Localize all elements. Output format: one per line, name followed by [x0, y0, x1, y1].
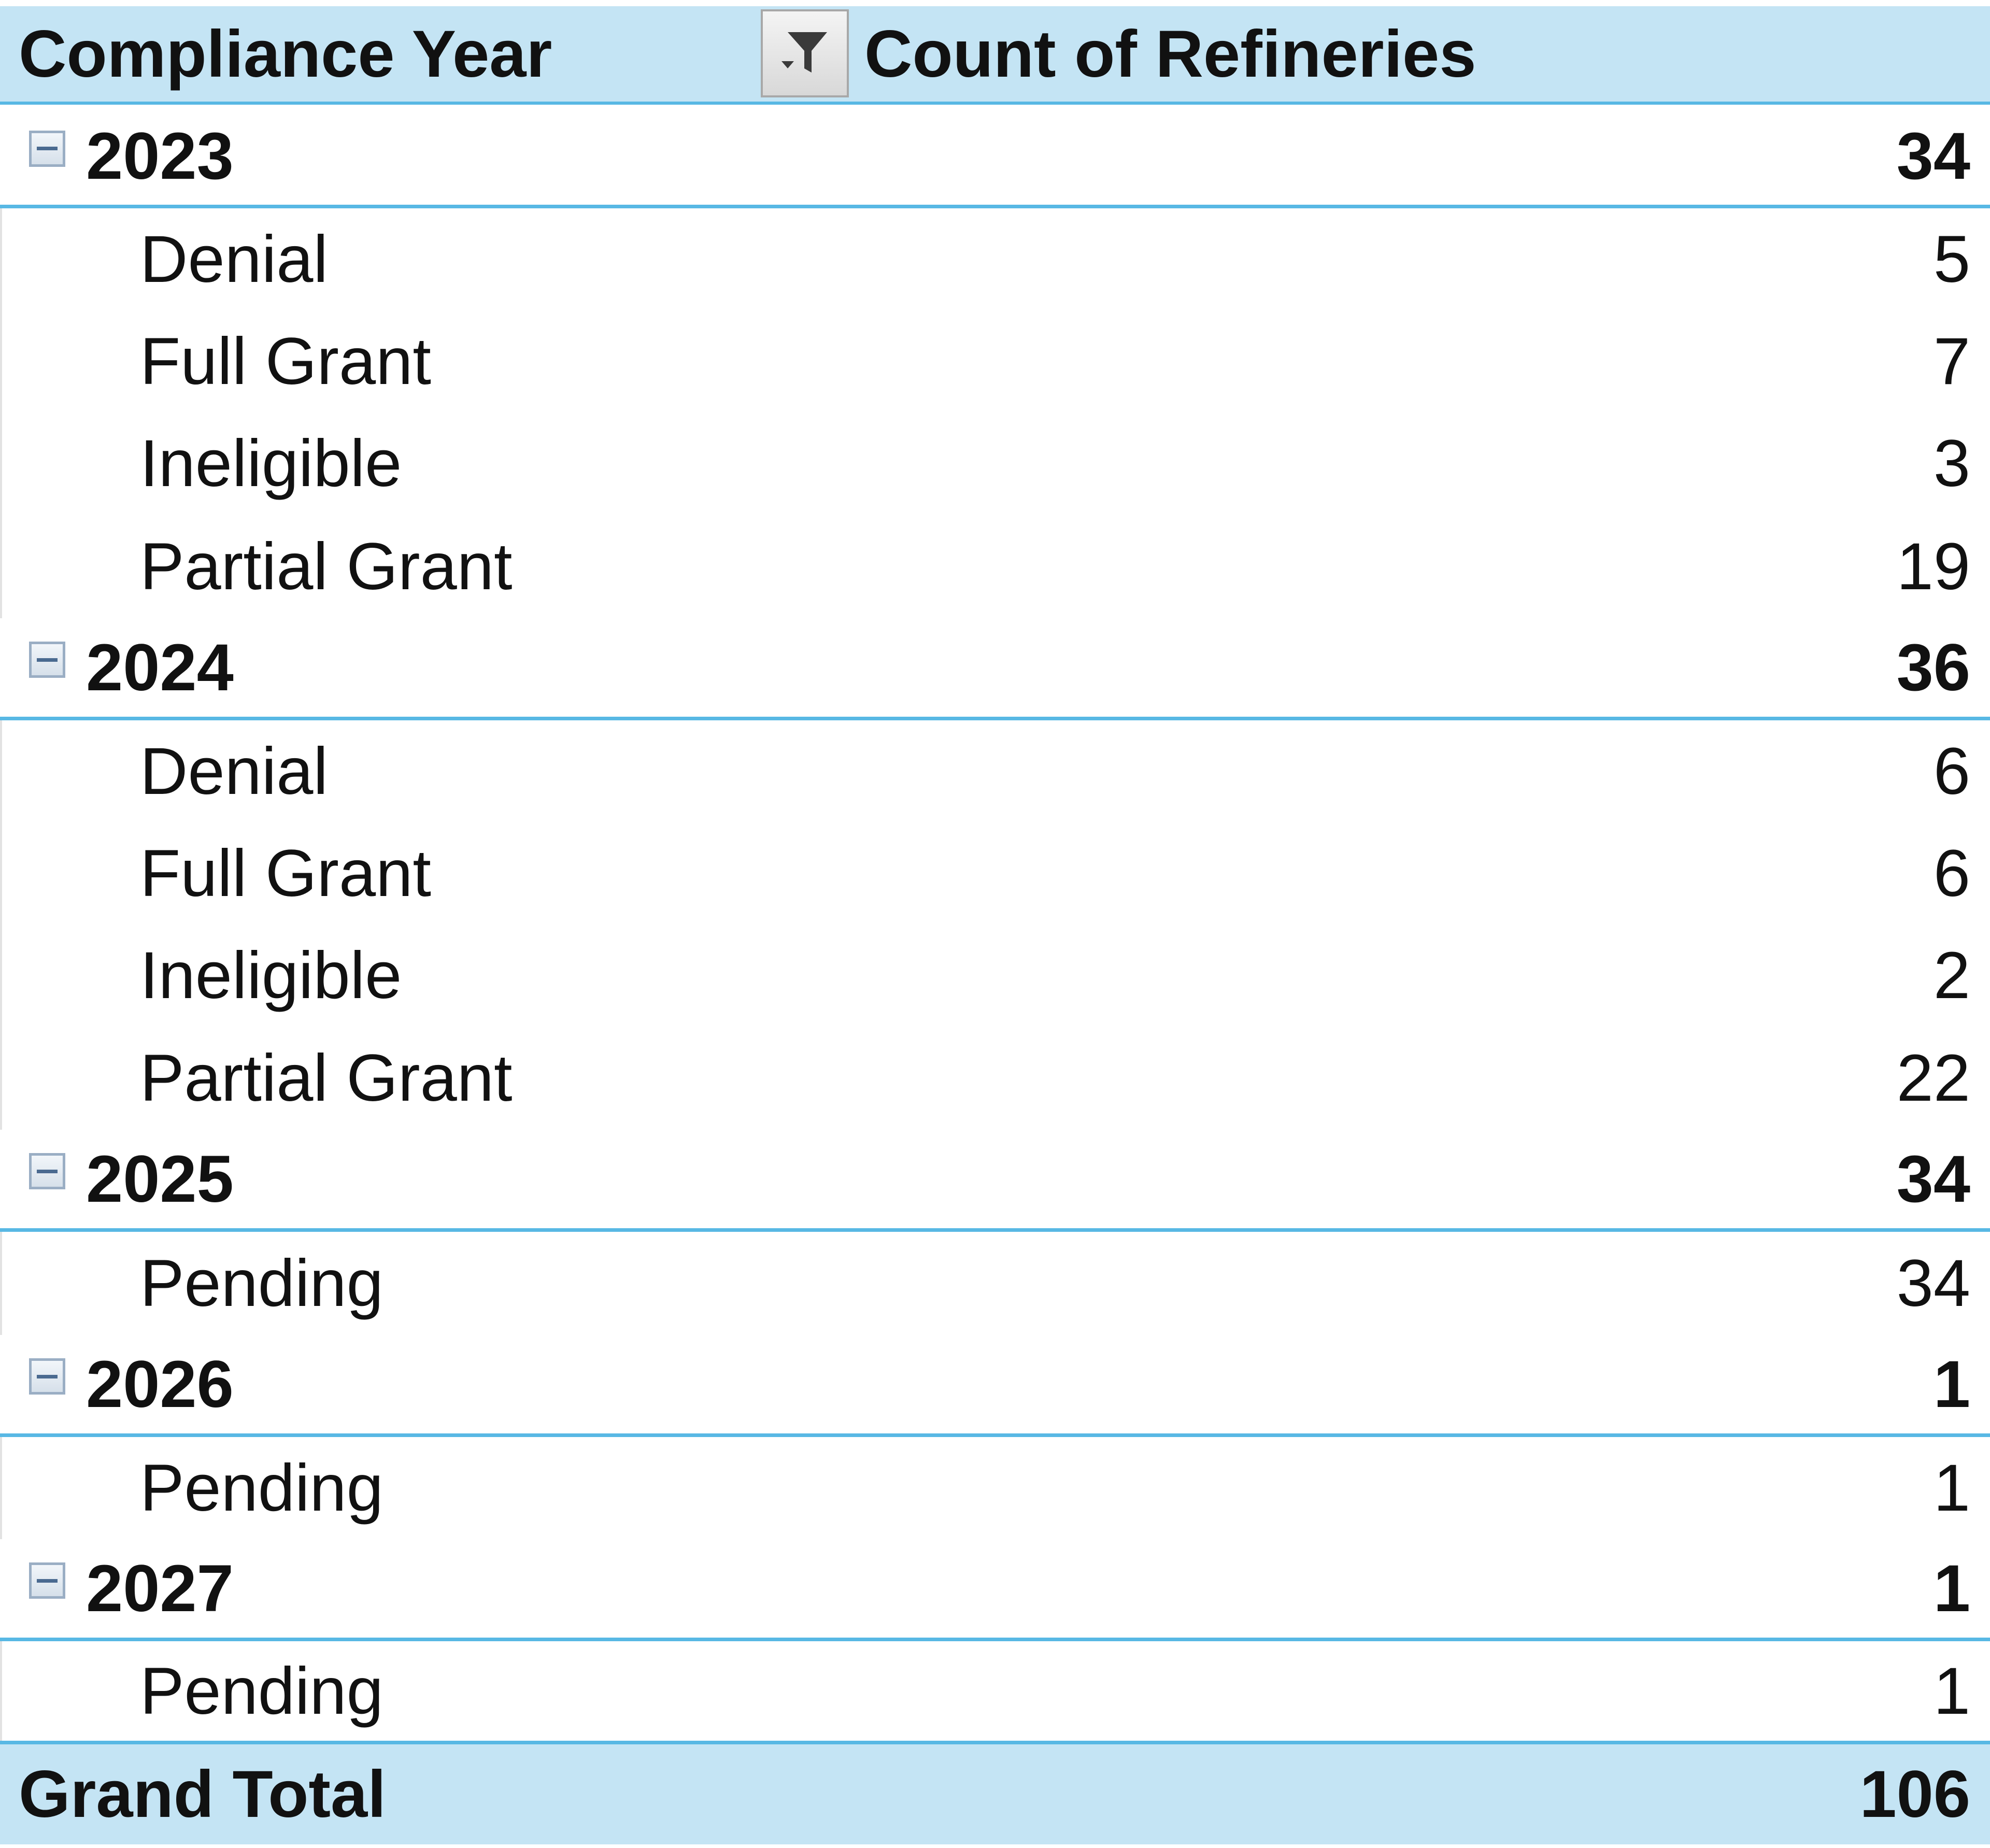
detail-count: 34 [1896, 1246, 1970, 1320]
detail-row[interactable]: Ineligible 3 [0, 413, 1990, 515]
detail-label: Pending [140, 1654, 383, 1728]
pivot-table: Compliance Year Count of Refineries 2023… [0, 0, 1990, 1848]
detail-count: 3 [1933, 427, 1970, 501]
grand-total-count: 106 [1859, 1757, 1970, 1831]
detail-row[interactable]: Pending 1 [0, 1437, 1990, 1539]
detail-count: 6 [1933, 836, 1970, 911]
grand-total-label: Grand Total [19, 1757, 386, 1831]
year-count: 34 [1896, 119, 1970, 193]
detail-row[interactable]: Denial 6 [0, 720, 1990, 822]
detail-count: 1 [1933, 1451, 1970, 1525]
detail-count: 6 [1933, 734, 1970, 808]
detail-count: 7 [1933, 324, 1970, 399]
detail-label: Pending [140, 1451, 383, 1525]
detail-label: Partial Grant [140, 529, 513, 604]
year-label: 2024 [86, 630, 234, 705]
filter-dropdown-icon[interactable] [761, 9, 849, 97]
collapse-icon[interactable] [29, 1153, 65, 1189]
collapse-icon[interactable] [29, 1562, 65, 1599]
year-count: 1 [1933, 1551, 1970, 1626]
grand-total-row[interactable]: Grand Total 106 [0, 1741, 1990, 1844]
year-count: 34 [1896, 1142, 1970, 1216]
detail-label: Full Grant [140, 324, 431, 399]
collapse-icon[interactable] [29, 130, 65, 167]
year-label: 2025 [86, 1142, 234, 1216]
detail-count: 19 [1896, 529, 1970, 604]
detail-count: 2 [1933, 939, 1970, 1013]
detail-count: 1 [1933, 1654, 1970, 1728]
detail-label: Denial [140, 734, 328, 808]
year-row-2023[interactable]: 2023 34 [0, 108, 1990, 208]
detail-label: Ineligible [140, 427, 402, 501]
year-count: 36 [1896, 630, 1970, 705]
detail-label: Partial Grant [140, 1041, 513, 1115]
year-row-2027[interactable]: 2027 1 [0, 1539, 1990, 1641]
year-label: 2023 [86, 119, 234, 193]
collapse-icon[interactable] [29, 1358, 65, 1395]
detail-label: Denial [140, 222, 328, 296]
detail-label: Full Grant [140, 836, 431, 911]
year-label: 2026 [86, 1347, 234, 1421]
detail-row[interactable]: Partial Grant 22 [0, 1027, 1990, 1130]
pivot-header-row: Compliance Year Count of Refineries [0, 6, 1990, 105]
detail-row[interactable]: Ineligible 2 [0, 925, 1990, 1027]
detail-label: Pending [140, 1246, 383, 1320]
year-row-2024[interactable]: 2024 36 [0, 618, 1990, 720]
detail-row[interactable]: Denial 5 [0, 208, 1990, 310]
year-row-2025[interactable]: 2025 34 [0, 1130, 1990, 1232]
detail-row[interactable]: Pending 1 [0, 1641, 1990, 1741]
year-count: 1 [1933, 1347, 1970, 1421]
detail-row[interactable]: Pending 34 [0, 1232, 1990, 1335]
row-labels-header[interactable]: Compliance Year [19, 6, 552, 102]
detail-count: 5 [1933, 222, 1970, 296]
detail-row[interactable]: Full Grant 6 [0, 822, 1990, 925]
collapse-icon[interactable] [29, 642, 65, 678]
detail-row[interactable]: Partial Grant 19 [0, 515, 1990, 618]
detail-label: Ineligible [140, 939, 402, 1013]
detail-row[interactable]: Full Grant 7 [0, 310, 1990, 413]
year-label: 2027 [86, 1551, 234, 1626]
year-row-2026[interactable]: 2026 1 [0, 1335, 1990, 1437]
detail-count: 22 [1896, 1041, 1970, 1115]
values-header[interactable]: Count of Refineries [864, 6, 1476, 102]
